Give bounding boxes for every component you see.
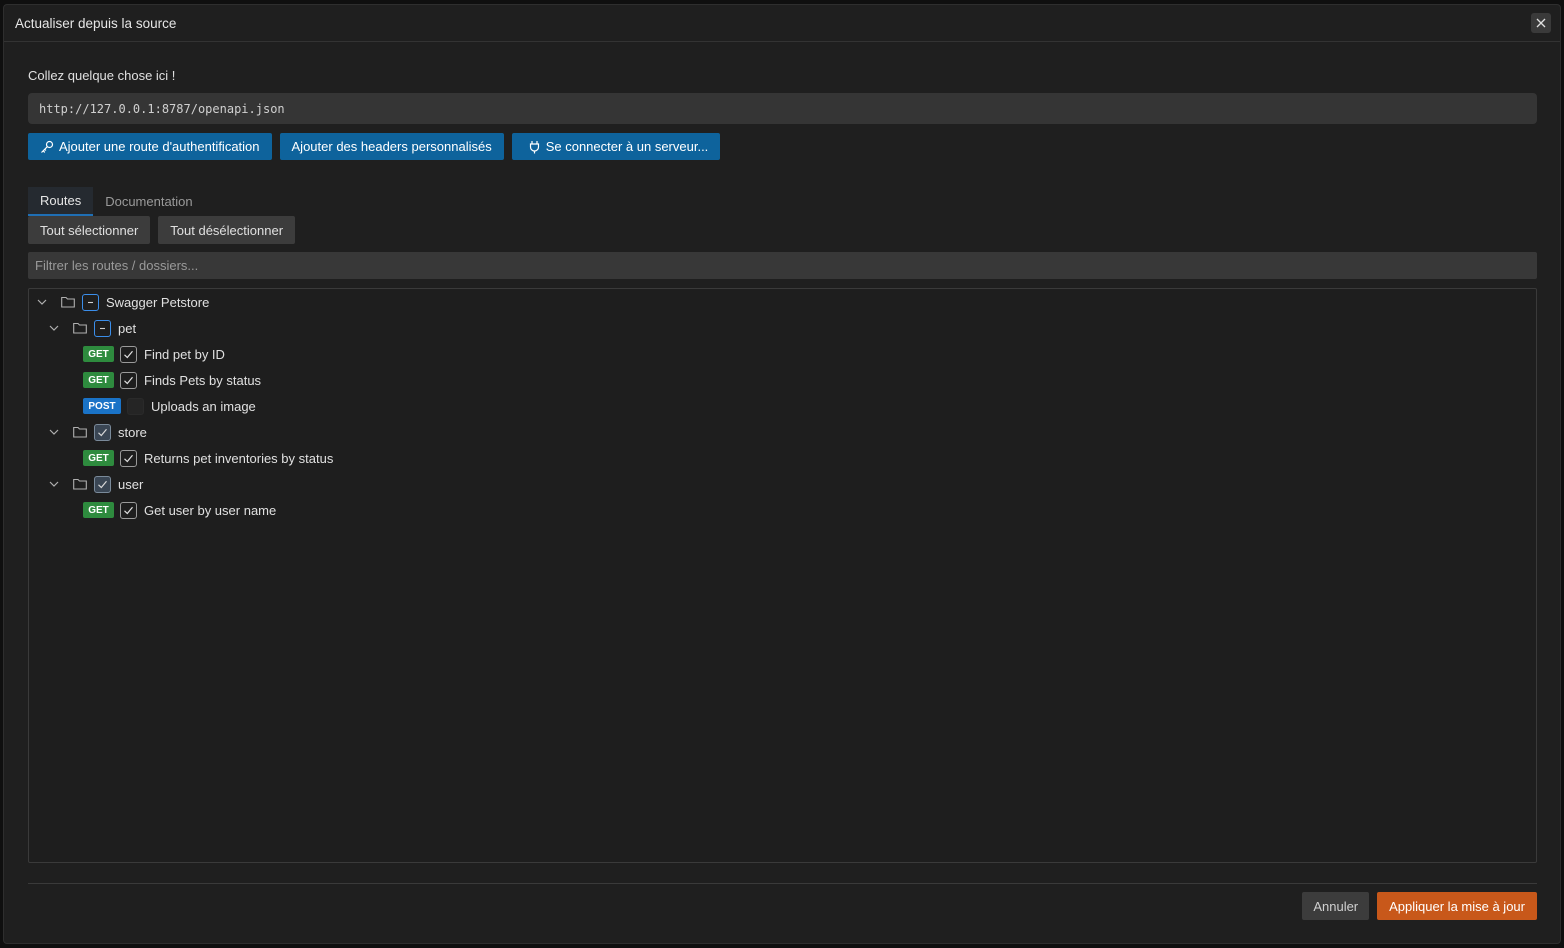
source-label: Collez quelque chose ici ! (28, 68, 176, 83)
folder-checkbox[interactable] (82, 293, 99, 311)
route-label: Get user by user name (144, 502, 277, 518)
tab-documentation[interactable]: Documentation (93, 187, 204, 216)
footer-actions: Annuler Appliquer la mise à jour (1302, 892, 1537, 920)
folder-icon (73, 477, 87, 491)
tree-route-row[interactable]: POST Uploads an image (83, 393, 256, 419)
apply-update-button[interactable]: Appliquer la mise à jour (1377, 892, 1537, 920)
route-checkbox[interactable] (120, 345, 137, 363)
add-auth-route-button[interactable]: Ajouter une route d'authentification (28, 133, 272, 160)
route-checkbox[interactable] (120, 371, 137, 389)
chevron-down-icon[interactable] (47, 321, 61, 335)
route-checkbox[interactable] (120, 501, 137, 519)
method-badge: POST (83, 398, 121, 414)
tree-folder-row[interactable]: Swagger Petstore (35, 289, 209, 315)
route-checkbox[interactable] (120, 449, 137, 467)
folder-checkbox[interactable] (94, 475, 111, 493)
close-button[interactable] (1531, 13, 1551, 33)
add-custom-headers-button[interactable]: Ajouter des headers personnalisés (279, 133, 504, 160)
tree-route-row[interactable]: GET Find pet by ID (83, 341, 225, 367)
key-icon (41, 140, 54, 153)
check-icon (124, 376, 133, 384)
dialog-title: Actualiser depuis la source (15, 15, 177, 31)
check-icon (124, 350, 133, 358)
folder-checkbox[interactable] (94, 319, 111, 337)
refresh-from-source-dialog: Actualiser depuis la source Collez quelq… (3, 4, 1561, 944)
route-label: Returns pet inventories by status (144, 450, 334, 466)
cancel-button[interactable]: Annuler (1302, 892, 1370, 920)
route-label: Uploads an image (151, 398, 256, 414)
plug-icon (529, 140, 539, 153)
chevron-down-icon[interactable] (47, 425, 61, 439)
check-icon (98, 428, 107, 436)
deselect-all-button[interactable]: Tout désélectionner (158, 216, 296, 244)
route-label: Finds Pets by status (144, 372, 262, 388)
chevron-down-icon[interactable] (47, 477, 61, 491)
folder-label: Swagger Petstore (106, 294, 210, 310)
filter-routes-input[interactable] (28, 252, 1537, 279)
folder-label: pet (118, 320, 137, 336)
route-label: Find pet by ID (144, 346, 225, 362)
connect-server-button[interactable]: Se connecter à un serveur... (511, 133, 721, 160)
tab-routes[interactable]: Routes (28, 187, 94, 216)
minus-icon (88, 301, 93, 303)
folder-label: user (118, 476, 144, 492)
tab-bar: Routes Documentation (28, 187, 205, 216)
dialog-titlebar: Actualiser depuis la source (4, 5, 1560, 42)
method-badge: GET (83, 450, 114, 466)
source-input[interactable] (28, 93, 1537, 124)
connect-server-label: Se connecter à un serveur... (545, 139, 709, 154)
folder-icon (73, 321, 87, 335)
close-icon (1536, 18, 1546, 28)
chevron-down-icon[interactable] (35, 295, 49, 309)
tree-route-row[interactable]: GET Get user by user name (83, 497, 276, 523)
add-auth-route-label: Ajouter une route d'authentification (59, 139, 260, 154)
folder-icon (61, 295, 75, 309)
check-icon (98, 480, 107, 488)
selection-actions: Tout sélectionner Tout désélectionner (28, 216, 296, 244)
folder-icon (73, 425, 87, 439)
select-all-button[interactable]: Tout sélectionner (28, 216, 151, 244)
source-actions: Ajouter une route d'authentification Ajo… (28, 133, 721, 160)
method-badge: GET (83, 372, 114, 388)
method-badge: GET (83, 502, 114, 518)
route-checkbox[interactable] (127, 397, 144, 415)
method-badge: GET (83, 346, 114, 362)
tree-folder-row[interactable]: user (47, 471, 143, 497)
folder-label: store (118, 424, 147, 440)
tree-route-row[interactable]: GET Returns pet inventories by status (83, 445, 333, 471)
check-icon (124, 506, 133, 514)
minus-icon (100, 327, 105, 329)
tree-folder-row[interactable]: store (47, 419, 147, 445)
footer-divider (28, 883, 1537, 884)
folder-checkbox[interactable] (94, 423, 111, 441)
tree-folder-row[interactable]: pet (47, 315, 136, 341)
tree-route-row[interactable]: GET Finds Pets by status (83, 367, 261, 393)
add-custom-headers-label: Ajouter des headers personnalisés (291, 139, 492, 154)
check-icon (124, 454, 133, 462)
routes-tree: Swagger Petstore pet GET Find pet by ID … (28, 288, 1537, 863)
